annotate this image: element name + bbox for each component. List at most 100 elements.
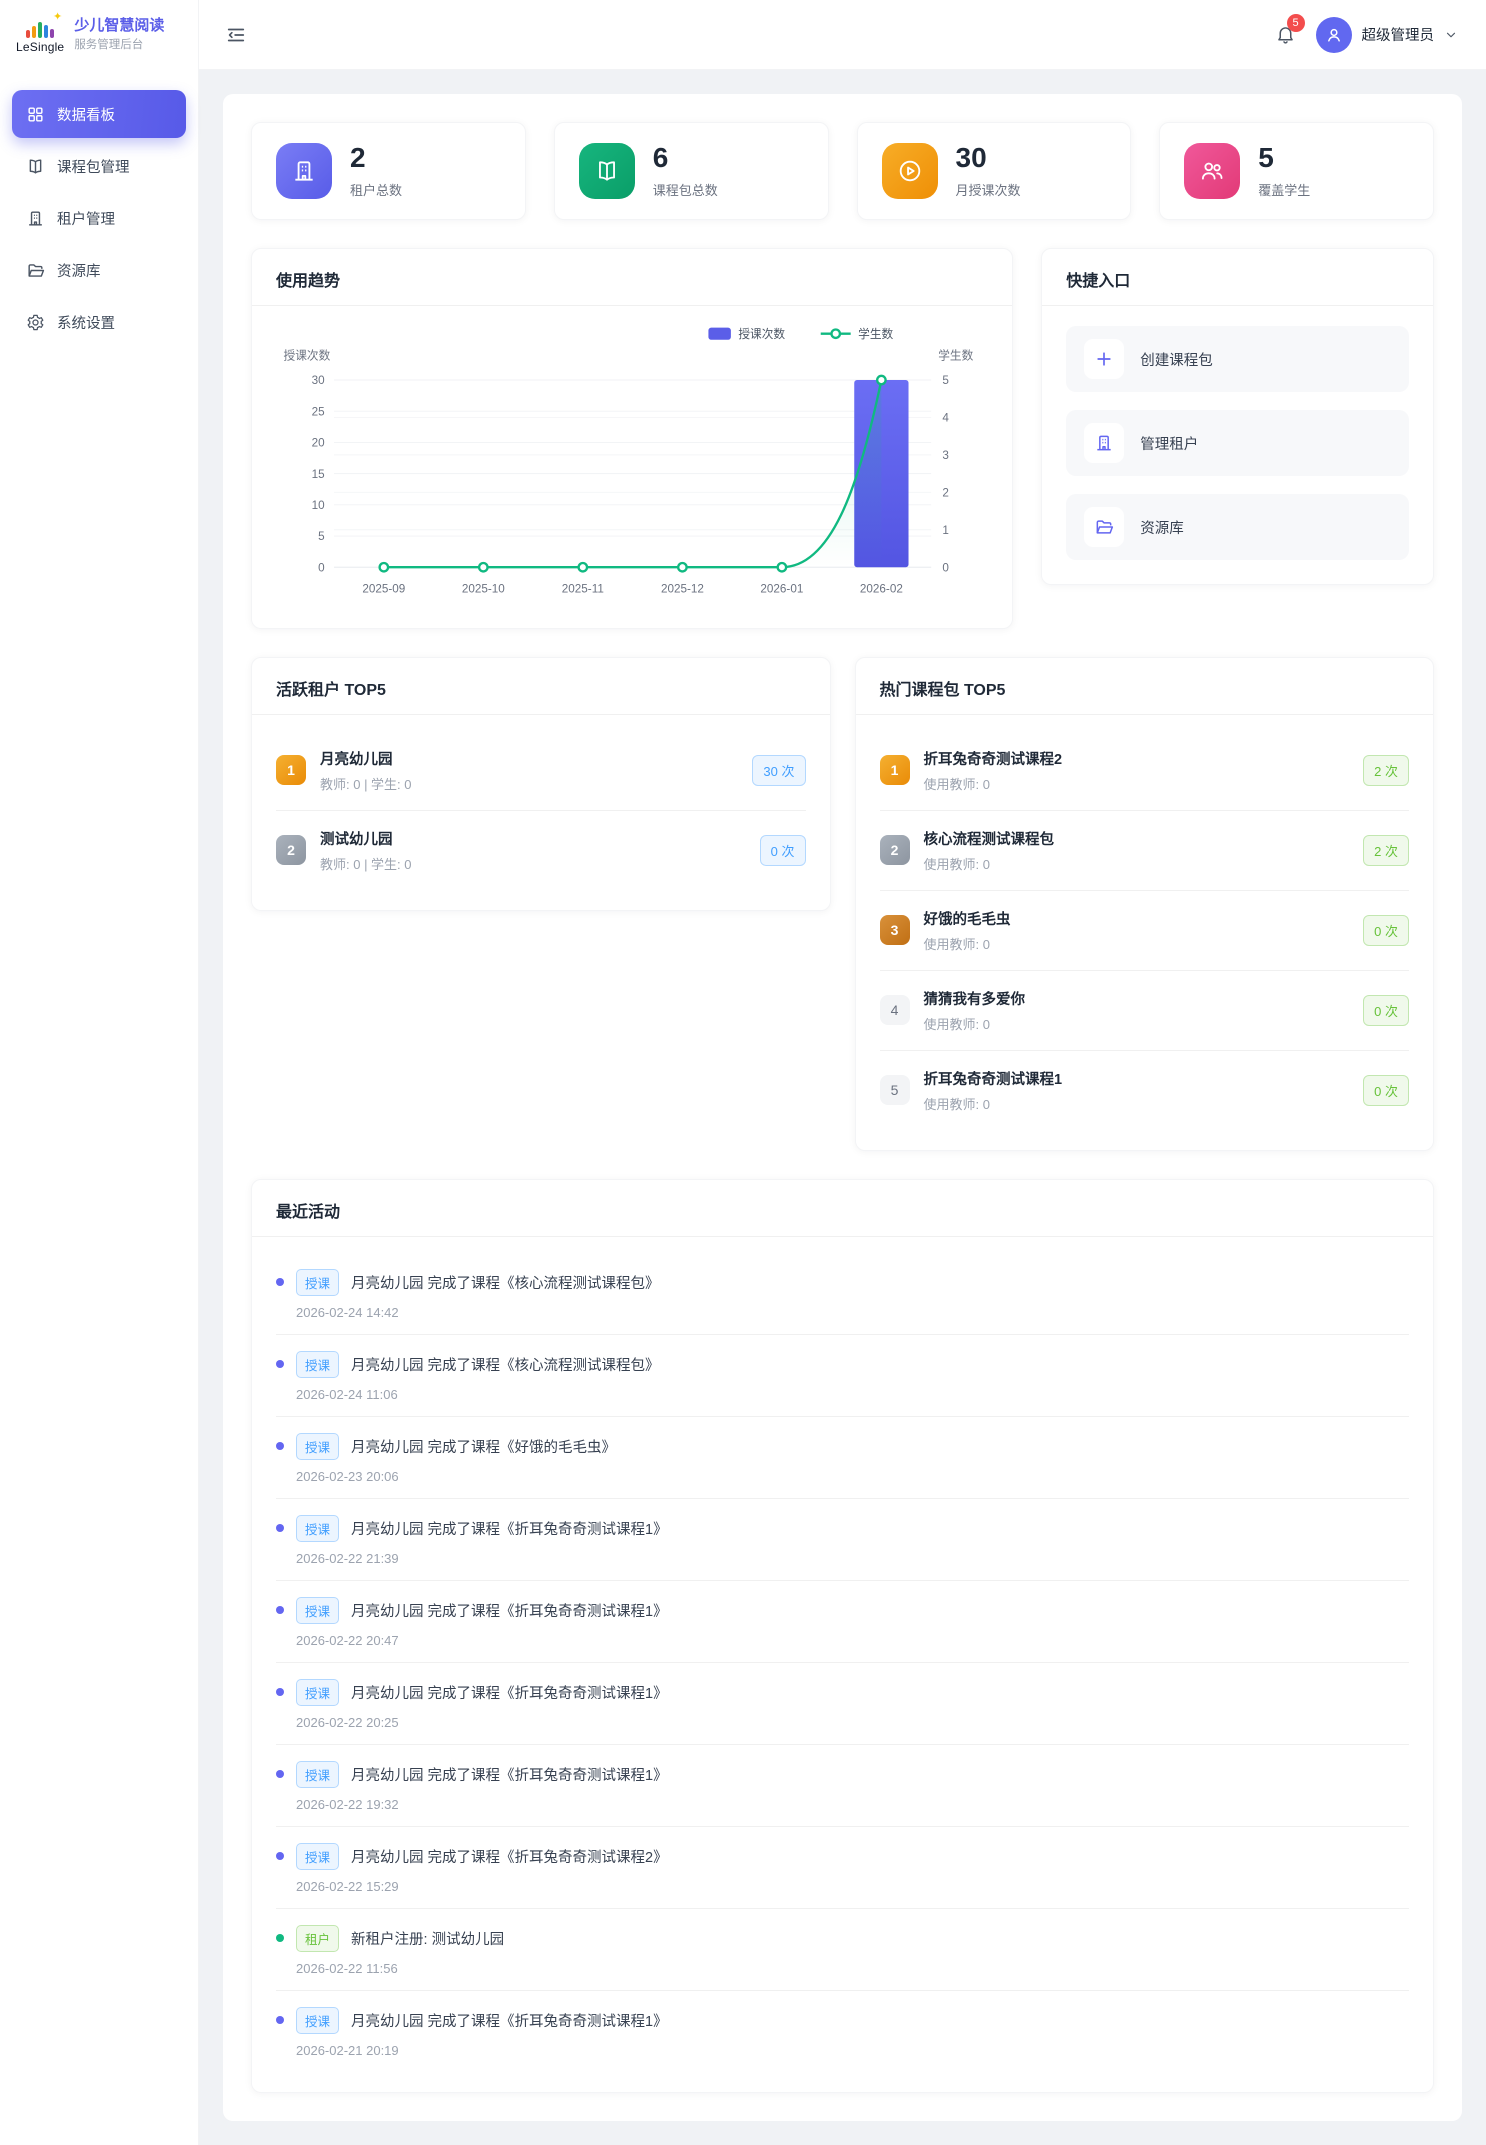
course-name: 核心流程测试课程包: [924, 828, 1055, 849]
plus-icon: [1084, 339, 1124, 379]
activity-dot: [276, 1688, 284, 1696]
quick-entry-label: 管理租户: [1140, 433, 1198, 454]
activity-time: 2026-02-22 19:32: [296, 1797, 1409, 1812]
chart-legend: 授课次数 学生数: [708, 327, 893, 341]
course-meta: 使用教师: 0: [924, 934, 1011, 953]
user-icon: [1324, 25, 1344, 45]
sidebar-collapse-button[interactable]: [225, 24, 247, 46]
panel-title: 使用趋势: [252, 249, 1012, 306]
brand-logo: ✦ LeSingle 少儿智慧阅读 服务管理后台: [0, 0, 199, 70]
activity-time: 2026-02-22 15:29: [296, 1879, 1409, 1894]
app: ✦ LeSingle 少儿智慧阅读 服务管理后台 5: [0, 0, 1486, 2145]
activity-dot: [276, 1770, 284, 1778]
brand-logo-text: LeSingle: [16, 40, 64, 54]
course-row[interactable]: 3 好饿的毛毛虫 使用教师: 0 0 次: [880, 891, 1410, 971]
sidebar-item-label: 课程包管理: [57, 156, 130, 177]
rank-badge: 2: [276, 835, 306, 865]
course-row[interactable]: 4 猜猜我有多爱你 使用教师: 0 0 次: [880, 971, 1410, 1051]
activity-time: 2026-02-22 20:25: [296, 1715, 1409, 1730]
activity-item: 授课 月亮幼儿园 完成了课程《折耳兔奇奇测试课程1》 2026-02-22 20…: [276, 1663, 1409, 1745]
course-texts: 好饿的毛毛虫 使用教师: 0: [924, 908, 1011, 953]
activity-item: 授课 月亮幼儿园 完成了课程《核心流程测试课程包》 2026-02-24 11:…: [276, 1335, 1409, 1417]
chevron-down-icon: [1444, 28, 1458, 42]
tenant-row[interactable]: 2 测试幼儿园 教师: 0 | 学生: 0 0 次: [276, 811, 806, 890]
notification-bell[interactable]: 5: [1275, 20, 1296, 50]
trend-chart: 授课次数 学生数 授课次数 学生数: [252, 306, 1012, 628]
course-meta: 使用教师: 0: [924, 854, 1055, 873]
sidebar-item-label: 系统设置: [57, 312, 115, 333]
svg-text:10: 10: [312, 499, 326, 512]
sidebar-item-tenants[interactable]: 租户管理: [12, 194, 186, 242]
play-circle-icon: [882, 143, 938, 199]
user-menu[interactable]: 超级管理员: [1316, 17, 1459, 53]
course-row[interactable]: 1 折耳兔奇奇测试课程2 使用教师: 0 2 次: [880, 731, 1410, 811]
course-texts: 核心流程测试课程包 使用教师: 0: [924, 828, 1055, 873]
sidebar-item-resources[interactable]: 资源库: [12, 246, 186, 294]
sidebar-item-course-packages[interactable]: 课程包管理: [12, 142, 186, 190]
activity-time: 2026-02-22 11:56: [296, 1961, 1409, 1976]
activity-item: 授课 月亮幼儿园 完成了课程《折耳兔奇奇测试课程1》 2026-02-22 21…: [276, 1499, 1409, 1581]
usage-count-badge: 0 次: [1363, 995, 1409, 1026]
activity-time: 2026-02-22 20:47: [296, 1633, 1409, 1648]
activity-type-badge: 授课: [296, 1597, 339, 1624]
activity-type-badge: 授课: [296, 1515, 339, 1542]
usage-count-badge: 2 次: [1363, 755, 1409, 786]
activity-item: 授课 月亮幼儿园 完成了课程《折耳兔奇奇测试课程2》 2026-02-22 15…: [276, 1827, 1409, 1909]
quick-entry-panel: 快捷入口 创建课程包: [1041, 248, 1434, 585]
logo-spark-icon: ✦: [53, 10, 62, 23]
activity-type-badge: 授课: [296, 1761, 339, 1788]
activity-text: 月亮幼儿园 完成了课程《折耳兔奇奇测试课程1》: [351, 1600, 668, 1621]
course-name: 猜猜我有多爱你: [924, 988, 1026, 1009]
sidebar-item-dashboard[interactable]: 数据看板: [12, 90, 186, 138]
header-main: 5 超级管理员: [199, 0, 1486, 70]
stats-row: 2 租户总数 6 课程包总数: [251, 122, 1434, 220]
rank-badge: 5: [880, 1075, 910, 1105]
svg-text:0: 0: [318, 561, 325, 574]
tenant-meta: 教师: 0 | 学生: 0: [320, 774, 412, 793]
sidebar: 数据看板 课程包管理 租户管理: [0, 70, 199, 2145]
header-right: 5 超级管理员: [1275, 17, 1459, 53]
sidebar-item-label: 数据看板: [57, 104, 115, 125]
username: 超级管理员: [1362, 24, 1435, 45]
activity-type-badge: 授课: [296, 2007, 339, 2034]
legend-line-label: 学生数: [858, 327, 893, 341]
svg-text:4: 4: [942, 412, 949, 425]
dashboard-grid-icon: [26, 105, 45, 124]
svg-text:2026-01: 2026-01: [760, 582, 803, 595]
activity-text: 月亮幼儿园 完成了课程《折耳兔奇奇测试课程1》: [351, 1518, 668, 1539]
quick-entry-manage-tenants[interactable]: 管理租户: [1066, 410, 1409, 476]
quick-entry-create-course[interactable]: 创建课程包: [1066, 326, 1409, 392]
quick-entry-resources[interactable]: 资源库: [1066, 494, 1409, 560]
top-header: ✦ LeSingle 少儿智慧阅读 服务管理后台 5: [0, 0, 1486, 70]
tenant-row[interactable]: 1 月亮幼儿园 教师: 0 | 学生: 0 30 次: [276, 731, 806, 811]
course-row[interactable]: 2 核心流程测试课程包 使用教师: 0 2 次: [880, 811, 1410, 891]
panel-title: 最近活动: [252, 1180, 1433, 1237]
activity-dot: [276, 1278, 284, 1286]
sidebar-item-settings[interactable]: 系统设置: [12, 298, 186, 346]
stat-value: 6: [653, 143, 718, 174]
activity-item: 授课 月亮幼儿园 完成了课程《折耳兔奇奇测试课程1》 2026-02-22 20…: [276, 1581, 1409, 1663]
stat-label: 月授课次数: [956, 180, 1021, 199]
activity-time: 2026-02-22 21:39: [296, 1551, 1409, 1566]
stat-texts: 30 月授课次数: [956, 143, 1021, 199]
active-tenants-list: 1 月亮幼儿园 教师: 0 | 学生: 0 30 次 2 测试幼儿: [252, 715, 830, 910]
logo-bars-icon: ✦: [26, 16, 54, 38]
activity-dot: [276, 2016, 284, 2024]
course-name: 折耳兔奇奇测试课程2: [924, 748, 1063, 769]
row-top5: 活跃租户 TOP5 1 月亮幼儿园 教师: 0 | 学生: 0 30 次: [251, 657, 1434, 1151]
activity-dot: [276, 1524, 284, 1532]
svg-text:2025-12: 2025-12: [661, 582, 704, 595]
gear-icon: [26, 313, 45, 332]
svg-text:30: 30: [312, 374, 326, 387]
layout: 数据看板 课程包管理 租户管理: [0, 70, 1486, 2145]
activity-time: 2026-02-24 14:42: [296, 1305, 1409, 1320]
stat-label: 课程包总数: [653, 180, 718, 199]
course-meta: 使用教师: 0: [924, 1094, 1063, 1113]
stat-value: 30: [956, 143, 1021, 174]
activity-dot: [276, 1360, 284, 1368]
activity-text: 月亮幼儿园 完成了课程《折耳兔奇奇测试课程1》: [351, 2010, 668, 2031]
course-row[interactable]: 5 折耳兔奇奇测试课程1 使用教师: 0 0 次: [880, 1051, 1410, 1130]
trend-chart-svg: 授课次数 学生数 授课次数 学生数: [276, 322, 988, 603]
avatar: [1316, 17, 1352, 53]
activity-dot: [276, 1606, 284, 1614]
